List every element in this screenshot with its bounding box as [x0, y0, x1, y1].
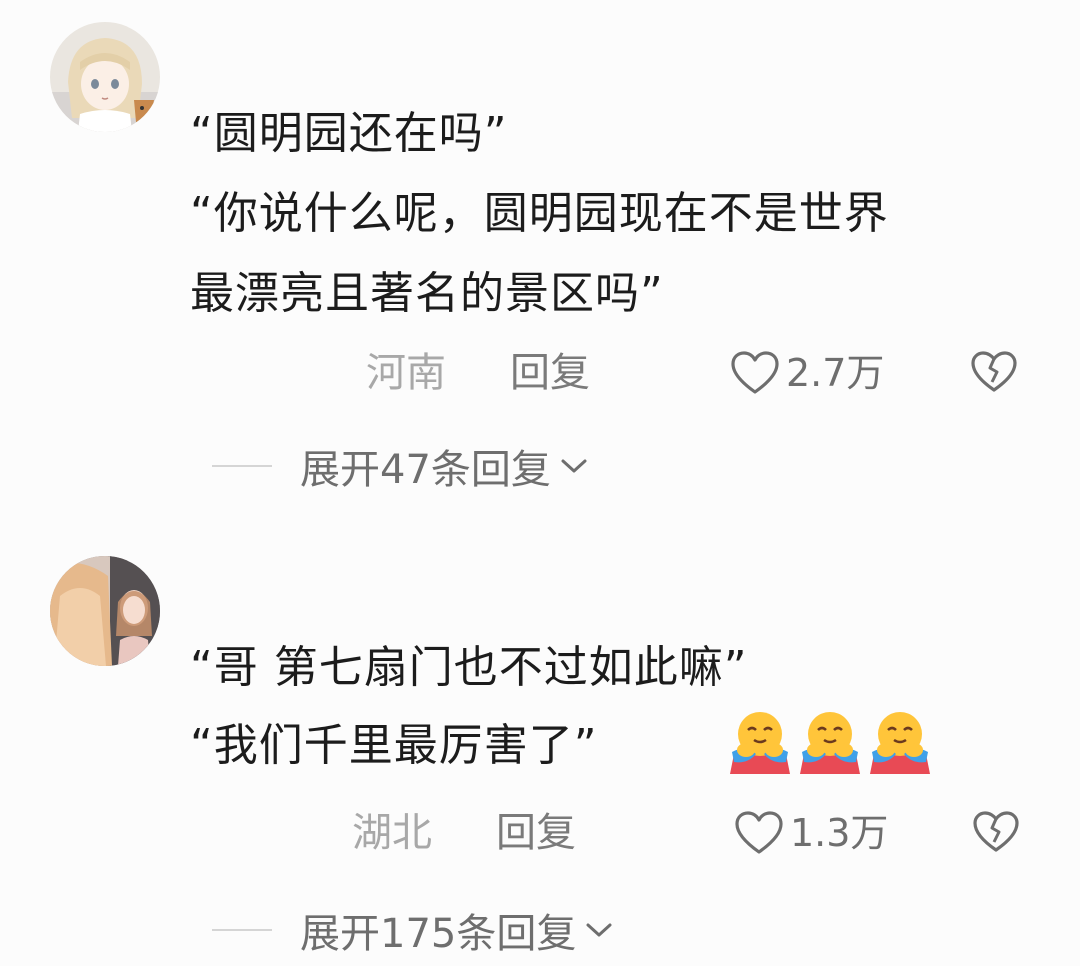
reply-button[interactable]: 回复	[510, 348, 590, 398]
hugging-emoji	[870, 712, 930, 774]
comment-location: 湖北	[352, 810, 432, 856]
divider-dash	[212, 929, 272, 931]
chevron-down-icon	[586, 923, 612, 937]
dislike-button[interactable]	[970, 350, 1018, 394]
broken-heart-icon	[971, 351, 1017, 392]
expand-replies-label: 展开47条回复	[300, 447, 551, 493]
heart-outline-icon	[731, 351, 779, 394]
avatar[interactable]	[50, 556, 160, 666]
reply-button[interactable]: 回复	[496, 808, 576, 858]
comment-text-line: “你说什么呢，圆明园现在不是世界	[190, 188, 889, 239]
like-button[interactable]: 1.3万	[734, 808, 888, 858]
broken-heart-icon	[973, 811, 1019, 852]
comment-text-line: “圆明园还在吗”	[190, 108, 508, 159]
photo-avatar-image	[50, 556, 160, 666]
comment-text-line: “我们千里最厉害了”	[190, 720, 598, 771]
dislike-button[interactable]	[972, 810, 1020, 854]
avatar[interactable]	[50, 22, 160, 132]
chevron-down-icon	[561, 459, 587, 473]
expand-replies-label: 展开175条回复	[300, 911, 577, 957]
like-count: 1.3万	[790, 811, 889, 855]
like-count: 2.7万	[786, 351, 885, 395]
anime-girl-avatar-image	[50, 22, 160, 132]
comment-text-line: 最漂亮且著名的景区吗”	[190, 268, 664, 319]
expand-replies-button[interactable]: 展开47条回复	[212, 436, 589, 496]
hugging-emoji	[800, 712, 860, 774]
hugging-emoji	[730, 712, 790, 774]
like-button[interactable]: 2.7万	[730, 348, 884, 398]
comment-text-line: “哥 第七扇门也不过如此嘛”	[190, 642, 748, 693]
heart-outline-icon	[735, 811, 783, 854]
emoji-group	[728, 708, 932, 774]
divider-dash	[212, 465, 272, 467]
expand-replies-button[interactable]: 展开175条回复	[212, 900, 614, 960]
comment-location: 河南	[366, 350, 446, 396]
